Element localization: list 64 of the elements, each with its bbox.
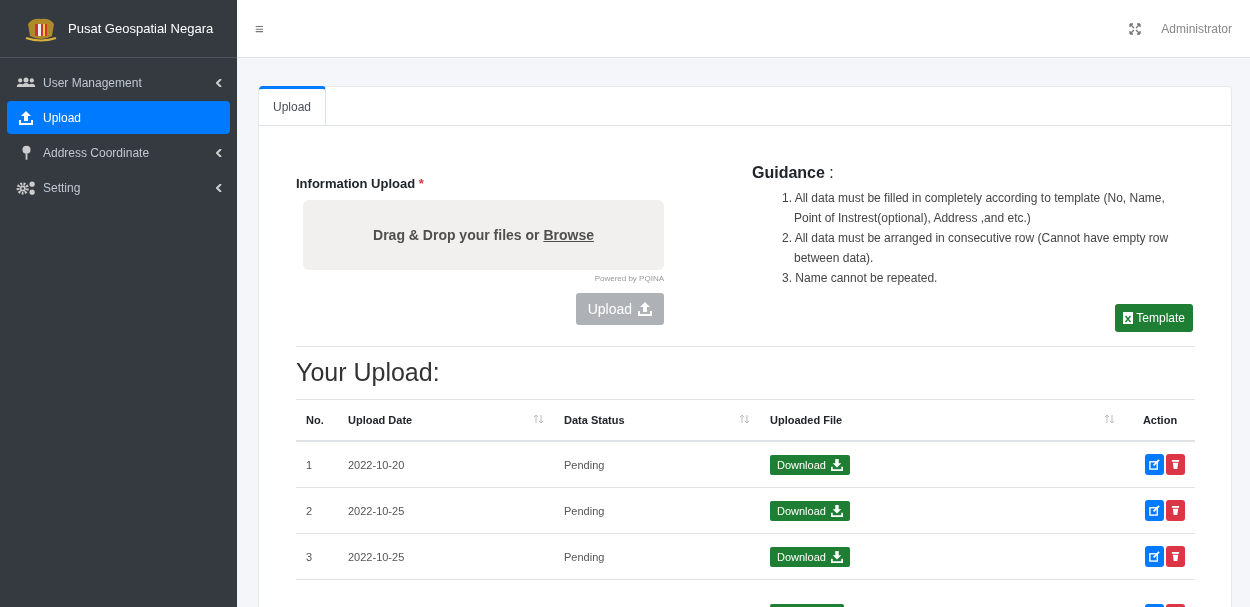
sort-icon[interactable]	[533, 414, 544, 424]
sort-icon[interactable]	[1104, 414, 1115, 424]
table-cell: 2022-10-25	[348, 504, 405, 517]
table-cell: Pending	[564, 504, 605, 517]
edit-icon	[1149, 459, 1160, 470]
download-button[interactable]: Download	[770, 500, 850, 521]
chevron-left-icon	[216, 183, 222, 192]
delete-button[interactable]	[1166, 546, 1185, 567]
trash-icon	[1171, 505, 1180, 516]
guidance-item: 1. All data must be filled in completely according to template (No, Name, Point of Instrest(optional), Address ,and etc.)	[782, 190, 1166, 227]
table-cell: 1	[306, 458, 313, 471]
column-header[interactable]: Data Status	[564, 414, 625, 426]
guidance-title: Guidance	[752, 164, 825, 181]
spreadsheet-file-icon	[1123, 312, 1134, 324]
section-title: Your Upload:	[296, 358, 441, 387]
edit-button[interactable]	[1145, 500, 1164, 521]
powered-by-text: Powered by PQINA	[593, 274, 664, 283]
guidance-colon: :	[829, 164, 834, 181]
download-button[interactable]: Download	[770, 454, 850, 475]
template-button[interactable]: Template	[1115, 304, 1193, 332]
field-label: Information Upload	[296, 176, 416, 191]
table-cell: 3	[306, 550, 313, 563]
edit-button[interactable]	[1145, 546, 1164, 567]
nav-item[interactable]: Address Coordinate	[7, 136, 230, 169]
nav-item[interactable]: Setting	[7, 171, 230, 204]
column-header[interactable]: Upload Date	[348, 414, 413, 426]
trash-icon	[1171, 551, 1180, 562]
download-button[interactable]: Download	[770, 546, 850, 567]
delete-button[interactable]	[1166, 454, 1185, 475]
brand-title[interactable]: Pusat Geospatial Negara	[68, 21, 214, 36]
chevron-left-icon	[216, 148, 222, 157]
nav-item[interactable]: Upload	[7, 101, 230, 134]
gears-icon	[16, 180, 36, 195]
guidance-item: 3. Name cannot be repeated.	[782, 270, 939, 287]
table-cell: 2022-10-25	[348, 550, 405, 563]
download-icon	[830, 458, 843, 471]
menu-toggle[interactable]: ≡	[255, 20, 264, 37]
upload-icon	[19, 110, 33, 125]
column-header: Action	[1142, 414, 1178, 426]
table-cell: 2	[306, 504, 313, 517]
trash-icon	[1171, 459, 1180, 470]
guidance-item: 2. All data must be arranged in consecutive row (Cannot have empty row between data).	[782, 230, 1170, 267]
required-mark: *	[418, 176, 424, 191]
chevron-left-icon	[216, 78, 222, 87]
edit-icon	[1149, 551, 1160, 562]
edit-button[interactable]	[1145, 454, 1164, 475]
users-icon	[16, 77, 36, 88]
download-icon	[830, 550, 843, 563]
table-cell: 2022-10-20	[348, 458, 405, 471]
edit-icon	[1149, 505, 1160, 516]
column-header: No.	[306, 414, 324, 426]
file-drop-zone[interactable]: Drag & Drop your files or Browse	[303, 200, 664, 270]
upload-icon	[638, 302, 652, 316]
table-cell: Pending	[564, 550, 605, 563]
user-name[interactable]: Administrator	[1161, 21, 1232, 36]
sort-icon[interactable]	[739, 414, 750, 424]
fullscreen-icon[interactable]	[1129, 22, 1142, 35]
tab[interactable]: Upload	[259, 86, 327, 125]
pin-icon	[21, 145, 31, 160]
column-header[interactable]: Uploaded File	[770, 414, 843, 426]
nav-item[interactable]: User Management	[7, 66, 230, 99]
download-icon	[830, 504, 843, 517]
delete-button[interactable]	[1166, 500, 1185, 521]
table-cell: Pending	[564, 458, 605, 471]
